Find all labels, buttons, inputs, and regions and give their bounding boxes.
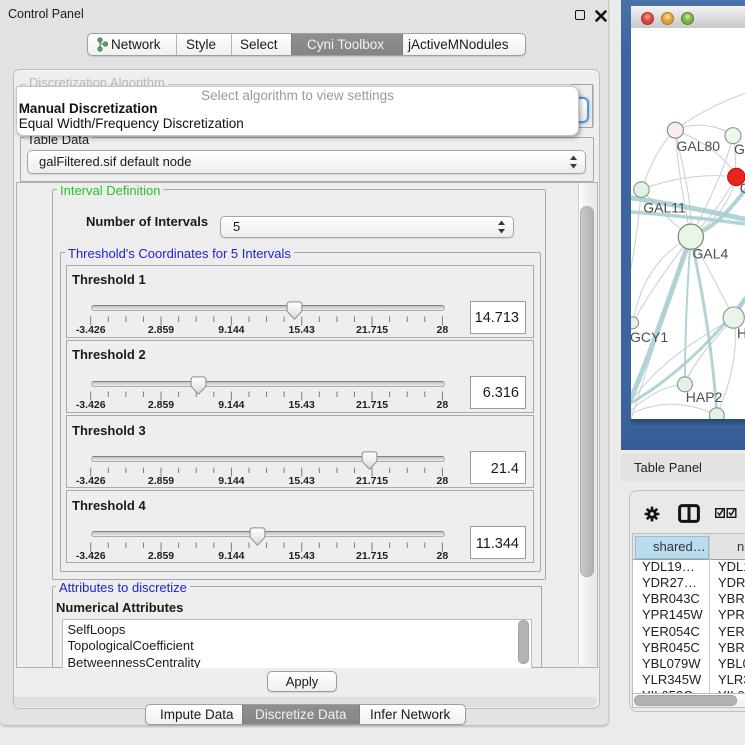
svg-text:GAL3: GAL3 [734,141,745,157]
svg-text:GAL11: GAL11 [643,199,686,215]
svg-text:GCY1: GCY1 [631,329,668,345]
svg-text:HA: HA [737,325,745,341]
svg-text:GAL80: GAL80 [677,138,721,154]
svg-text:HAP2: HAP2 [686,389,723,405]
svg-text:GAL4: GAL4 [693,246,729,262]
svg-text:CY: CY [740,180,745,196]
